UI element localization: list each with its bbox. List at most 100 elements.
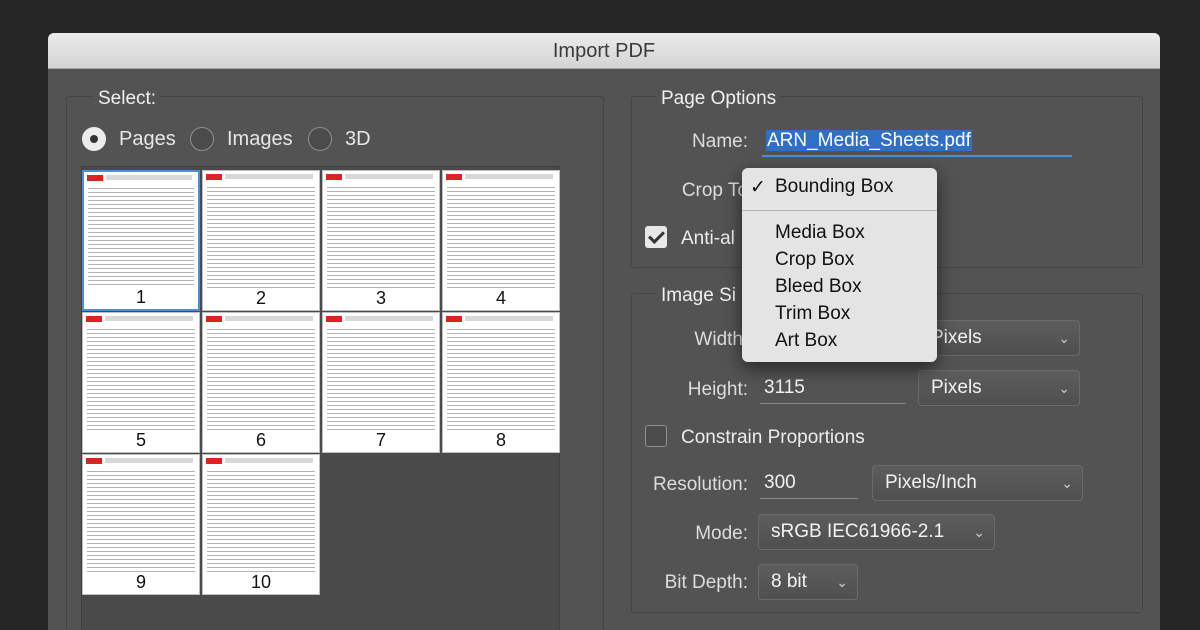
page-logo-icon bbox=[206, 174, 222, 180]
page-header-graphic bbox=[465, 174, 553, 179]
crop-to-label: Crop To bbox=[681, 180, 748, 201]
image-size-title: Image Si bbox=[657, 285, 740, 307]
page-number: 8 bbox=[495, 430, 506, 450]
page-text-graphic bbox=[447, 327, 555, 430]
radio-3d-label: 3D bbox=[345, 127, 371, 150]
page-thumbnail-grid[interactable]: 1 2 3 4 5 6 7 8 9 10 bbox=[81, 166, 560, 630]
select-group-title: Select: bbox=[94, 88, 161, 110]
bit-depth-value: 8 bit bbox=[771, 571, 807, 592]
menu-separator bbox=[742, 210, 937, 211]
page-header-graphic bbox=[225, 174, 313, 179]
page-thumbnail[interactable]: 8 bbox=[442, 312, 560, 453]
page-logo-icon bbox=[446, 316, 462, 322]
page-thumbnail[interactable]: 7 bbox=[322, 312, 440, 453]
page-number: 4 bbox=[495, 288, 506, 308]
menu-item-crop-box[interactable]: Crop Box bbox=[775, 249, 854, 271]
page-header-graphic bbox=[345, 174, 433, 179]
height-unit-select[interactable]: Pixels ⌄ bbox=[918, 370, 1080, 406]
radio-images[interactable]: Images bbox=[190, 127, 293, 151]
menu-item-bounding-box[interactable]: Bounding Box bbox=[775, 176, 893, 198]
page-header-graphic bbox=[225, 458, 313, 463]
height-label: Height: bbox=[687, 379, 748, 400]
page-thumbnail[interactable]: 9 bbox=[82, 454, 200, 595]
page-logo-icon bbox=[206, 316, 222, 322]
width-label: Width bbox=[694, 329, 743, 350]
height-field[interactable]: 3115 bbox=[760, 374, 906, 404]
crop-to-menu[interactable]: ✓ Bounding Box Media Box Crop Box Bleed … bbox=[742, 168, 937, 362]
mode-value: sRGB IEC61966-2.1 bbox=[771, 521, 945, 542]
resolution-field[interactable]: 300 bbox=[760, 469, 858, 499]
page-logo-icon bbox=[86, 458, 102, 464]
dialog-title: Import PDF bbox=[48, 33, 1160, 69]
radio-images-indicator[interactable] bbox=[190, 127, 214, 151]
import-pdf-dialog: Import PDF Select: Pages Images 3D 1 2 3… bbox=[48, 33, 1160, 630]
resolution-unit-select[interactable]: Pixels/Inch ⌄ bbox=[872, 465, 1083, 501]
page-number: 6 bbox=[255, 430, 266, 450]
height-unit-value: Pixels bbox=[931, 377, 982, 398]
radio-images-label: Images bbox=[227, 127, 293, 150]
constrain-proportions-label: Constrain Proportions bbox=[681, 427, 865, 448]
height-field-value: 3115 bbox=[764, 377, 805, 398]
chevron-down-icon: ⌄ bbox=[973, 524, 985, 540]
page-thumbnail[interactable]: 10 bbox=[202, 454, 320, 595]
page-text-graphic bbox=[88, 186, 194, 287]
page-logo-icon bbox=[446, 174, 462, 180]
radio-3d-indicator[interactable] bbox=[308, 127, 332, 151]
width-unit-value: Pixels bbox=[931, 327, 982, 348]
menu-item-bleed-box[interactable]: Bleed Box bbox=[775, 276, 862, 298]
chevron-down-icon: ⌄ bbox=[836, 574, 848, 590]
anti-alias-checkbox[interactable] bbox=[645, 226, 667, 248]
page-text-graphic bbox=[207, 469, 315, 572]
page-logo-icon bbox=[206, 458, 222, 464]
page-options-title: Page Options bbox=[657, 88, 781, 110]
page-number: 3 bbox=[375, 288, 386, 308]
anti-alias-label: Anti-al bbox=[681, 228, 735, 249]
page-thumbnail[interactable]: 6 bbox=[202, 312, 320, 453]
page-text-graphic bbox=[327, 185, 435, 288]
resolution-unit-value: Pixels/Inch bbox=[885, 472, 977, 493]
page-logo-icon bbox=[326, 174, 342, 180]
page-text-graphic bbox=[87, 327, 195, 430]
page-text-graphic bbox=[87, 469, 195, 572]
bit-depth-select[interactable]: 8 bit ⌄ bbox=[758, 564, 858, 600]
page-header-graphic bbox=[225, 316, 313, 321]
name-field[interactable]: ARN_Media_Sheets.pdf bbox=[762, 127, 1072, 157]
page-header-graphic bbox=[105, 316, 193, 321]
menu-item-trim-box[interactable]: Trim Box bbox=[775, 303, 850, 325]
page-thumbnail[interactable]: 1 bbox=[82, 170, 200, 311]
radio-pages[interactable]: Pages bbox=[82, 127, 176, 151]
name-field-value: ARN_Media_Sheets.pdf bbox=[766, 130, 972, 151]
radio-pages-label: Pages bbox=[119, 127, 176, 150]
page-header-graphic bbox=[106, 175, 192, 180]
page-text-graphic bbox=[447, 185, 555, 288]
page-number: 7 bbox=[375, 430, 386, 450]
name-label: Name: bbox=[692, 131, 748, 152]
page-text-graphic bbox=[207, 327, 315, 430]
mode-label: Mode: bbox=[695, 523, 748, 544]
bit-depth-label: Bit Depth: bbox=[664, 572, 748, 593]
chevron-down-icon: ⌄ bbox=[1058, 380, 1070, 396]
page-thumbnail[interactable]: 4 bbox=[442, 170, 560, 311]
page-text-graphic bbox=[327, 327, 435, 430]
menu-item-art-box[interactable]: Art Box bbox=[775, 330, 837, 352]
page-header-graphic bbox=[105, 458, 193, 463]
page-logo-icon bbox=[86, 316, 102, 322]
constrain-proportions-checkbox[interactable] bbox=[645, 425, 667, 447]
page-number: 2 bbox=[255, 288, 266, 308]
resolution-field-value: 300 bbox=[764, 472, 796, 493]
radio-3d[interactable]: 3D bbox=[308, 127, 371, 151]
menu-item-media-box[interactable]: Media Box bbox=[775, 222, 865, 244]
resolution-label: Resolution: bbox=[652, 474, 748, 495]
chevron-down-icon: ⌄ bbox=[1061, 475, 1073, 491]
chevron-down-icon: ⌄ bbox=[1058, 330, 1070, 346]
page-thumbnail[interactable]: 5 bbox=[82, 312, 200, 453]
page-text-graphic bbox=[207, 185, 315, 288]
page-logo-icon bbox=[326, 316, 342, 322]
radio-pages-indicator[interactable] bbox=[82, 127, 106, 151]
page-thumbnail[interactable]: 2 bbox=[202, 170, 320, 311]
page-header-graphic bbox=[345, 316, 433, 321]
mode-select[interactable]: sRGB IEC61966-2.1 ⌄ bbox=[758, 514, 995, 550]
page-thumbnail[interactable]: 3 bbox=[322, 170, 440, 311]
page-number: 1 bbox=[135, 287, 146, 307]
width-unit-select[interactable]: Pixels ⌄ bbox=[918, 320, 1080, 356]
